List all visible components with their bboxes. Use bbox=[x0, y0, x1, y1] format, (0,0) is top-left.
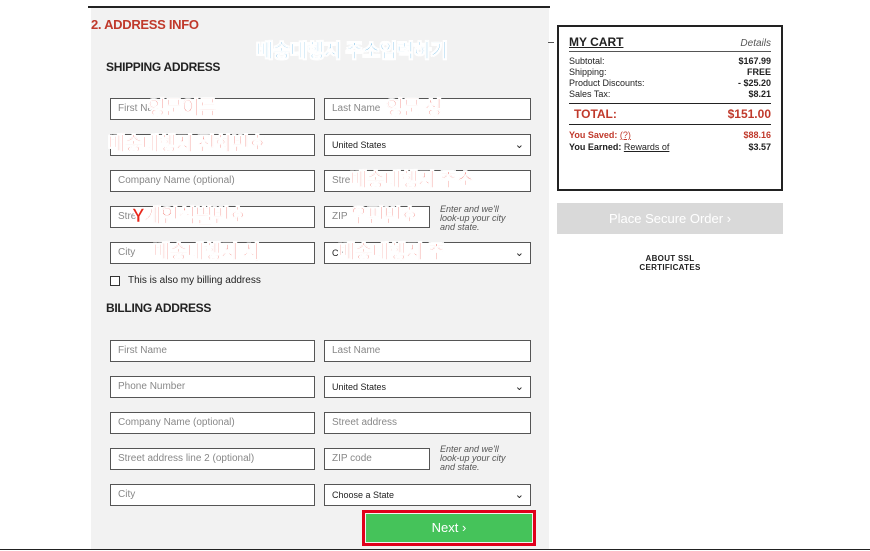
cart-details-link[interactable]: Details bbox=[740, 38, 771, 49]
cart-row-value: - $25.20 bbox=[737, 78, 771, 88]
billing-same-checkbox[interactable] bbox=[110, 275, 120, 286]
panel-divider bbox=[548, 42, 554, 43]
cart-saved-value: $88.16 bbox=[743, 130, 771, 140]
shipping-zip-hint: Enter and we'll look-up your city and st… bbox=[440, 204, 506, 232]
billing-first-name-input[interactable]: First Name bbox=[110, 340, 315, 362]
cart-total: TOTAL: $151.00 bbox=[569, 103, 771, 125]
billing-company-input[interactable]: Company Name (optional) bbox=[110, 412, 315, 434]
billing-zip-hint: Enter and we'll look-up your city and st… bbox=[440, 444, 506, 472]
cart-total-label: TOTAL: bbox=[574, 107, 617, 121]
shipping-address-title: SHIPPING ADDRESS bbox=[106, 60, 221, 74]
billing-city-input[interactable]: City bbox=[110, 484, 315, 506]
cart-row: Shipping: FREE bbox=[569, 67, 771, 78]
cart-row: Subtotal: $167.99 bbox=[569, 56, 771, 67]
chevron-down-icon: ⌄ bbox=[514, 139, 524, 151]
annotation-last-name: 영문 성 bbox=[386, 98, 443, 120]
cart-row-label: Subtotal: bbox=[569, 56, 605, 66]
cart-row-label: Product Discounts: bbox=[569, 78, 645, 88]
ssl-line-2: CERTIFICATES bbox=[639, 263, 701, 272]
billing-country-select[interactable]: United States ⌄ bbox=[324, 376, 531, 398]
chevron-down-icon: ⌄ bbox=[514, 247, 524, 259]
annotation-street: 배송대행지 주소 bbox=[350, 170, 475, 192]
bottom-divider bbox=[0, 549, 870, 550]
cart-header: MY CART Details bbox=[569, 35, 771, 52]
shipping-company-input[interactable]: Company Name (optional) bbox=[110, 170, 315, 192]
cart-title: MY CART bbox=[569, 35, 624, 49]
ssl-line-1: ABOUT SSL bbox=[645, 254, 695, 263]
billing-state-select[interactable]: Choose a State ⌄ bbox=[324, 484, 531, 506]
cart-saved: You Saved: (?) $88.16 bbox=[569, 129, 771, 141]
cart-saved-label: You Saved: bbox=[569, 130, 618, 140]
billing-same-checkbox-row[interactable]: This is also my billing address bbox=[110, 275, 261, 286]
billing-last-name-input[interactable]: Last Name bbox=[324, 340, 531, 362]
cart-summary: MY CART Details Subtotal: $167.99 Shippin… bbox=[557, 25, 783, 191]
annotation-city: 배송대행지 시 bbox=[153, 242, 261, 264]
annotation-personal-id: Y개인식별번호 bbox=[132, 206, 247, 228]
annotation-first-name: 영문이름 bbox=[148, 98, 217, 120]
billing-same-label: This is also my billing address bbox=[128, 275, 261, 286]
cart-earned: You Earned: Rewards of $3.57 bbox=[569, 141, 771, 153]
shipping-country-value: United States bbox=[332, 140, 387, 150]
shipping-country-select[interactable]: United States ⌄ bbox=[324, 134, 531, 156]
chevron-down-icon: ⌄ bbox=[514, 489, 524, 501]
cart-earned-value: $3.57 bbox=[748, 142, 771, 152]
place-secure-order-button[interactable]: Place Secure Order › bbox=[557, 203, 783, 234]
section-title: 2. ADDRESS INFO bbox=[91, 17, 199, 32]
next-button[interactable]: Next › bbox=[366, 514, 532, 542]
billing-zip-input[interactable]: ZIP code bbox=[324, 448, 430, 470]
billing-street2-input[interactable]: Street address line 2 (optional) bbox=[110, 448, 315, 470]
cart-row-label: Sales Tax: bbox=[569, 89, 611, 99]
chevron-down-icon: ⌄ bbox=[514, 381, 524, 393]
billing-country-value: United States bbox=[332, 382, 387, 392]
cart-row: Product Discounts: - $25.20 bbox=[569, 78, 771, 89]
cart-row-value: $167.99 bbox=[738, 56, 771, 66]
annotation-header: 배송대행지 주소입력하기 bbox=[256, 41, 449, 63]
billing-state-value: Choose a State bbox=[332, 490, 395, 500]
billing-street-input[interactable]: Street address bbox=[324, 412, 531, 434]
annotation-state: 배송대행지 주 bbox=[338, 242, 446, 264]
annotation-phone: 배송대행지 전화번호 bbox=[108, 134, 267, 156]
cart-row-value: $8.21 bbox=[748, 89, 771, 99]
cart-row-label: Shipping: bbox=[569, 67, 607, 77]
annotation-zip: 우편번호 bbox=[350, 206, 419, 228]
billing-address-title: BILLING ADDRESS bbox=[106, 301, 212, 315]
cart-rewards-link[interactable]: Rewards of bbox=[624, 142, 670, 152]
billing-phone-input[interactable]: Phone Number bbox=[110, 376, 315, 398]
cart-total-value: $151.00 bbox=[727, 107, 771, 121]
ssl-certificates-link[interactable]: ABOUT SSL CERTIFICATES bbox=[600, 254, 740, 272]
cart-rows: Subtotal: $167.99 Shipping: FREE Product D… bbox=[569, 56, 771, 100]
cart-row: Sales Tax: $8.21 bbox=[569, 89, 771, 100]
cart-earned-label: You Earned: bbox=[569, 142, 622, 152]
cart-saved-help-link[interactable]: (?) bbox=[620, 130, 631, 140]
cart-row-value: FREE bbox=[746, 67, 771, 77]
